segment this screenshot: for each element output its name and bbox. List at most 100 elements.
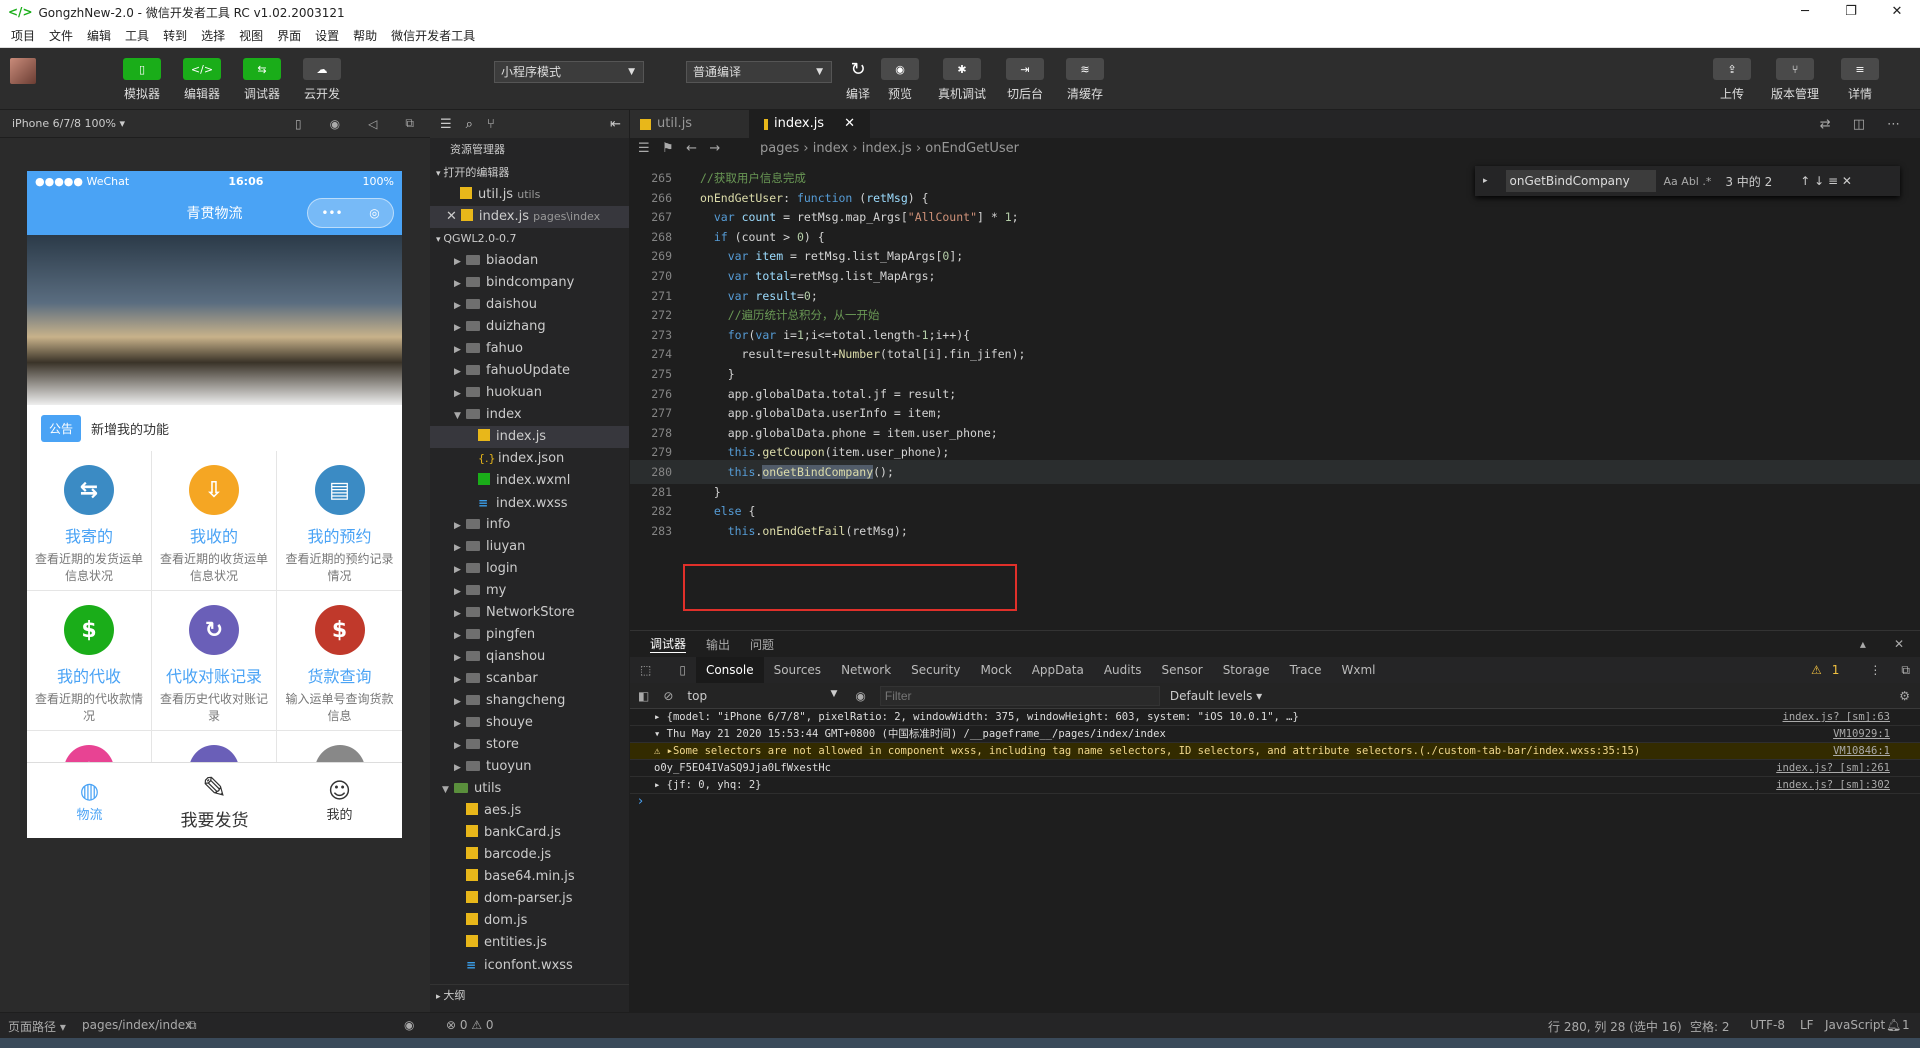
- cursor-position[interactable]: 行 280, 列 28 (选中 16): [1548, 1018, 1682, 1035]
- tree-file[interactable]: dom.js: [430, 910, 629, 932]
- tree-folder[interactable]: ▶ biaodan: [430, 250, 629, 272]
- devtools-tab[interactable]: Sources: [764, 663, 831, 677]
- preview-button[interactable]: ◉ 预览: [875, 58, 925, 102]
- breadcrumb-path[interactable]: pages › index › index.js › onEndGetUser: [760, 141, 1019, 156]
- tab-ship[interactable]: ✎ 我要发货: [152, 763, 277, 838]
- page-path-select[interactable]: 页面路径 ▾: [8, 1018, 66, 1035]
- list-icon[interactable]: ☰: [440, 117, 452, 132]
- tree-file[interactable]: aes.js: [430, 800, 629, 822]
- more-icon[interactable]: •••: [321, 206, 342, 220]
- menu-item[interactable]: 编辑: [87, 27, 111, 44]
- tree-file[interactable]: dom-parser.js: [430, 888, 629, 910]
- window-icon[interactable]: ⧉: [405, 116, 414, 131]
- tree-file[interactable]: index.js: [430, 426, 629, 448]
- levels-select[interactable]: Default levels ▾: [1170, 689, 1262, 703]
- undock-icon[interactable]: ⧉: [1891, 663, 1920, 678]
- bell-icon[interactable]: 🔔︎: [1886, 1018, 1901, 1032]
- version-button[interactable]: ⑂ 版本管理: [1770, 58, 1820, 102]
- encoding[interactable]: UTF-8: [1750, 1018, 1785, 1032]
- tree-file[interactable]: entities.js: [430, 932, 629, 954]
- devtools-tab[interactable]: AppData: [1022, 663, 1094, 677]
- background-button[interactable]: ⇥ 切后台: [1000, 58, 1050, 102]
- close-target-icon[interactable]: ◎: [369, 206, 379, 220]
- find-nav-buttons[interactable]: ↑ ↓ ≡ ✕: [1800, 174, 1852, 188]
- tab-index-js[interactable]: index.js ✕: [750, 110, 870, 138]
- tree-folder[interactable]: ▶ daishou: [430, 294, 629, 316]
- device-select[interactable]: iPhone 6/7/8 100% ▾: [12, 117, 125, 130]
- tab-util-js[interactable]: util.js: [630, 110, 750, 138]
- tree-folder[interactable]: ▶ shouye: [430, 712, 629, 734]
- tree-file[interactable]: base64.min.js: [430, 866, 629, 888]
- project-section[interactable]: ▾ QGWL2.0-0.7: [430, 228, 629, 250]
- console-message[interactable]: ▾ Thu May 21 2020 15:53:44 GMT+0800 (中国标…: [630, 726, 1920, 743]
- menu-item[interactable]: 界面: [277, 27, 301, 44]
- copy-icon[interactable]: ⧉: [188, 1018, 197, 1033]
- tab-mine[interactable]: ☺ 我的: [277, 763, 402, 838]
- indent-setting[interactable]: 空格: 2: [1690, 1018, 1730, 1035]
- tree-folder[interactable]: ▶ my: [430, 580, 629, 602]
- line-ending[interactable]: LF: [1800, 1018, 1814, 1032]
- function-grid-item[interactable]: $ 我的代收 查看近期的代收款情况: [27, 591, 152, 731]
- mode-select[interactable]: 小程序模式 ▼: [494, 61, 644, 83]
- device-toggle-icon[interactable]: ▯: [669, 663, 696, 677]
- more-icon[interactable]: ⋮: [1859, 663, 1891, 677]
- tab-output[interactable]: 输出: [706, 636, 730, 653]
- chevron-up-icon[interactable]: ▴: [1860, 637, 1866, 651]
- more-icon[interactable]: ⋯: [1887, 117, 1900, 132]
- menu-item[interactable]: 视图: [239, 27, 263, 44]
- close-icon[interactable]: ✕: [446, 209, 457, 224]
- chevron-right-icon[interactable]: ▸: [1483, 176, 1488, 186]
- function-grid-item[interactable]: $ 货款查询 输入运单号查询货款信息: [277, 591, 402, 731]
- tree-folder[interactable]: ▶ NetworkStore: [430, 602, 629, 624]
- tree-folder[interactable]: ▶ scanbar: [430, 668, 629, 690]
- devtools-tab[interactable]: Wxml: [1331, 663, 1385, 677]
- tree-folder[interactable]: ▶ bindcompany: [430, 272, 629, 294]
- outline-section[interactable]: ▸ 大纲: [430, 984, 629, 1006]
- tree-file[interactable]: {.} index.json: [430, 448, 629, 470]
- gear-icon[interactable]: ⚙: [1899, 689, 1910, 703]
- tree-file[interactable]: ≡ index.wxss: [430, 492, 629, 514]
- warning-count[interactable]: ⚠ 1: [1801, 663, 1859, 677]
- volume-icon[interactable]: ◁: [368, 117, 377, 131]
- console-source-link[interactable]: index.js? [sm]:63: [1783, 709, 1890, 726]
- menu-item[interactable]: 选择: [201, 27, 225, 44]
- tree-folder[interactable]: ▶ store: [430, 734, 629, 756]
- menu-item[interactable]: 转到: [163, 27, 187, 44]
- record-icon[interactable]: ◉: [330, 117, 340, 131]
- console-message[interactable]: ▸ {jf: 0, yhq: 2} index.js? [sm]:302: [630, 777, 1920, 794]
- compile-select[interactable]: 普通编译 ▼: [686, 61, 832, 83]
- close-icon[interactable]: ✕: [1894, 637, 1904, 651]
- language-mode[interactable]: JavaScript: [1825, 1018, 1885, 1032]
- debugger-button[interactable]: ⇆ 调试器: [237, 58, 287, 102]
- context-select[interactable]: top ▼: [687, 689, 837, 703]
- tree-folder[interactable]: ▶ qianshou: [430, 646, 629, 668]
- tree-folder[interactable]: ▶ fahuoUpdate: [430, 360, 629, 382]
- cloud-button[interactable]: ☁ 云开发: [297, 58, 347, 102]
- tree-folder[interactable]: ▶ fahuo: [430, 338, 629, 360]
- device-debug-button[interactable]: ✱ 真机调试: [937, 58, 987, 102]
- tree-folder[interactable]: ▶ tuoyun: [430, 756, 629, 778]
- menu-item[interactable]: 帮助: [353, 27, 377, 44]
- tree-folder[interactable]: ▼ index: [430, 404, 629, 426]
- tree-file[interactable]: ≡ iconfont.wxss: [430, 954, 629, 976]
- function-grid-item[interactable]: ▤ 我的预约 查看近期的预约记录情况: [277, 451, 402, 591]
- tab-logistics[interactable]: ◍ 物流: [27, 763, 152, 838]
- tree-file[interactable]: index.wxml: [430, 470, 629, 492]
- open-file-item[interactable]: util.js utils: [430, 184, 629, 206]
- eye-icon[interactable]: ◉: [404, 1018, 414, 1032]
- notice-text[interactable]: 新增我的功能: [91, 419, 169, 438]
- close-icon[interactable]: ✕: [844, 110, 855, 138]
- devtools-tab[interactable]: Network: [831, 663, 901, 677]
- compare-icon[interactable]: ⇄: [1820, 117, 1831, 132]
- clear-cache-button[interactable]: ≋ 清缓存: [1060, 58, 1110, 102]
- open-editors-section[interactable]: ▾ 打开的编辑器: [430, 162, 629, 184]
- devtools-tab[interactable]: Sensor: [1152, 663, 1213, 677]
- console-source-link[interactable]: index.js? [sm]:261: [1776, 760, 1890, 777]
- console-source-link[interactable]: VM10929:1: [1833, 726, 1890, 743]
- menu-item[interactable]: 工具: [125, 27, 149, 44]
- devtools-tab[interactable]: Trace: [1280, 663, 1332, 677]
- console-message[interactable]: ⚠ ▸Some selectors are not allowed in com…: [630, 743, 1920, 760]
- eye-icon[interactable]: ◉: [855, 689, 865, 703]
- tree-folder[interactable]: ▶ huokuan: [430, 382, 629, 404]
- console-message[interactable]: ▸ {model: "iPhone 6/7/8", pixelRatio: 2,…: [630, 709, 1920, 726]
